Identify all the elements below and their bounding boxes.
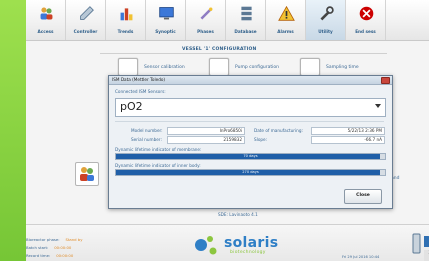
dialog-titlebar: ISM Data (Mettler Toledo) [109, 76, 392, 85]
toolbar-phases-button[interactable]: Phases [186, 0, 226, 40]
brand-tagline: biotechnology [230, 250, 266, 255]
toolbar-label: Access [37, 29, 54, 34]
body-lifetime-label: Dynamic lifetime indicator of inner body… [115, 163, 201, 168]
toolbar-label: Alarms [277, 29, 294, 34]
probe-icon [80, 6, 94, 20]
green-brand-strip [0, 0, 26, 261]
solaris-logo-icon [195, 236, 217, 255]
manufacture-date-field: 5/22/13 2:36 PM [311, 127, 385, 135]
wrench-icon [320, 6, 334, 21]
sampling-time-label: Sampling time [326, 64, 359, 70]
toolbar-alarms-button[interactable]: Alarms [266, 0, 306, 40]
batch-start-status: Batch start: 00:00:00 [26, 245, 71, 250]
record-time-status: Record time: 00:00:00 [26, 253, 73, 258]
screen: Access Controller Trends Synoptic Phases… [0, 0, 429, 261]
toolbar-end-session-button[interactable]: End sess [346, 0, 386, 40]
model-number-label: Model number: [131, 128, 163, 133]
divider [100, 53, 387, 54]
sde-version-label: SDE: Lavinaoto 4.1 [218, 212, 258, 217]
slope-field: -66.7 nA [311, 136, 385, 144]
serial-number-label: Serial number: [131, 137, 162, 142]
close-icon[interactable] [381, 77, 390, 84]
record-time-label: Record time: [26, 253, 51, 258]
batch-start-value: 00:00:00 [54, 245, 72, 250]
toolbar-access-button[interactable]: Access [26, 0, 66, 40]
sensor-icon [118, 58, 138, 76]
toolbar-label: Synoptic [155, 29, 176, 34]
toolbar-label: Utility [318, 29, 333, 34]
membrane-lifetime-label: Dynamic lifetime indicator of membrane: [115, 147, 202, 152]
body-lifetime-value: 270 days [242, 170, 259, 174]
warning-icon [278, 5, 295, 21]
membrane-lifetime-bar: 70 days [115, 153, 386, 160]
status-footer: Bioreactor phase: Stand by Batch start: 00… [26, 224, 429, 261]
serial-number-value: 2159832 [223, 137, 242, 142]
manufacture-date-label: Date of manufacturing: [254, 128, 303, 133]
connected-sensors-label: Connected ISM Sensors: [115, 89, 166, 94]
vessel-icon [412, 233, 421, 254]
body-lifetime-bar: 270 days [115, 169, 386, 176]
phase-label: Bioreactor phase: [26, 237, 60, 242]
clock-icon [300, 58, 320, 76]
vessel-configuration-title: VESSEL '1' CONFIGURATION [182, 47, 257, 52]
model-number-field: InPro6850i [167, 127, 245, 135]
phase-value: Stand by [65, 237, 83, 242]
brand-name: solaris [224, 235, 279, 251]
close-button[interactable]: Close [344, 189, 382, 204]
pump-icon [209, 58, 229, 76]
pump-configuration-button[interactable]: Pump configuration [209, 58, 279, 76]
people-icon [80, 167, 94, 181]
serial-number-field: 2159832 [167, 136, 245, 144]
toolbar-label: End sess [355, 29, 376, 34]
model-number-value: InPro6850i [219, 128, 242, 133]
bar-chart-icon [120, 8, 133, 21]
slope-value: -66.7 nA [364, 137, 382, 142]
batch-start-label: Batch start: [26, 245, 49, 250]
app-window: Access Controller Trends Synoptic Phases… [26, 0, 429, 261]
manufacture-date-value: 5/22/13 2:36 PM [347, 128, 382, 133]
main-toolbar: Access Controller Trends Synoptic Phases… [26, 0, 429, 41]
divider [115, 121, 384, 122]
toolbar-database-button[interactable]: Database [226, 0, 266, 40]
sampling-time-button[interactable]: Sampling time [300, 58, 359, 76]
chevron-down-icon [375, 104, 381, 108]
vessel-tab-1[interactable]: 1 [424, 236, 429, 247]
toolbar-label: Trends [117, 29, 134, 34]
wand-icon [200, 7, 213, 20]
monitor-icon [159, 7, 174, 20]
pump-configuration-label: Pump configuration [235, 64, 280, 70]
membrane-lifetime-value: 70 days [243, 154, 258, 158]
close-button-label: Close [356, 193, 370, 198]
toolbar-label: Controller [73, 29, 98, 34]
ism-data-dialog: ISM Data (Mettler Toledo) Connected ISM … [108, 75, 393, 209]
vessel-tab-3[interactable]: 3 [424, 250, 429, 261]
toolbar-synoptic-button[interactable]: Synoptic [146, 0, 186, 40]
toolbar-utility-button[interactable]: Utility [306, 0, 346, 40]
server-icon [241, 6, 252, 21]
record-time-value: 00:00:00 [56, 253, 74, 258]
toolbar-label: Database [234, 29, 257, 34]
toolbar-label: Phases [197, 29, 214, 34]
dialog-title: ISM Data (Mettler Toledo) [112, 77, 166, 82]
users-icon [40, 7, 53, 20]
sensor-select[interactable]: pO2 [115, 98, 386, 117]
current-datetime: Fri 29 Jul 2016 10:44 [342, 255, 380, 259]
selected-sensor-value: pO2 [120, 100, 143, 113]
phase-status: Bioreactor phase: Stand by [26, 237, 82, 242]
sensor-calibration-button[interactable]: Sensor calibration [118, 58, 185, 76]
toolbar-controller-button[interactable]: Controller [66, 0, 106, 40]
slope-label: Slope: [254, 137, 268, 142]
toolbar-trends-button[interactable]: Trends [106, 0, 146, 40]
people-config-button[interactable] [75, 162, 99, 186]
sensor-calibration-label: Sensor calibration [144, 64, 185, 70]
exit-icon [359, 6, 374, 21]
